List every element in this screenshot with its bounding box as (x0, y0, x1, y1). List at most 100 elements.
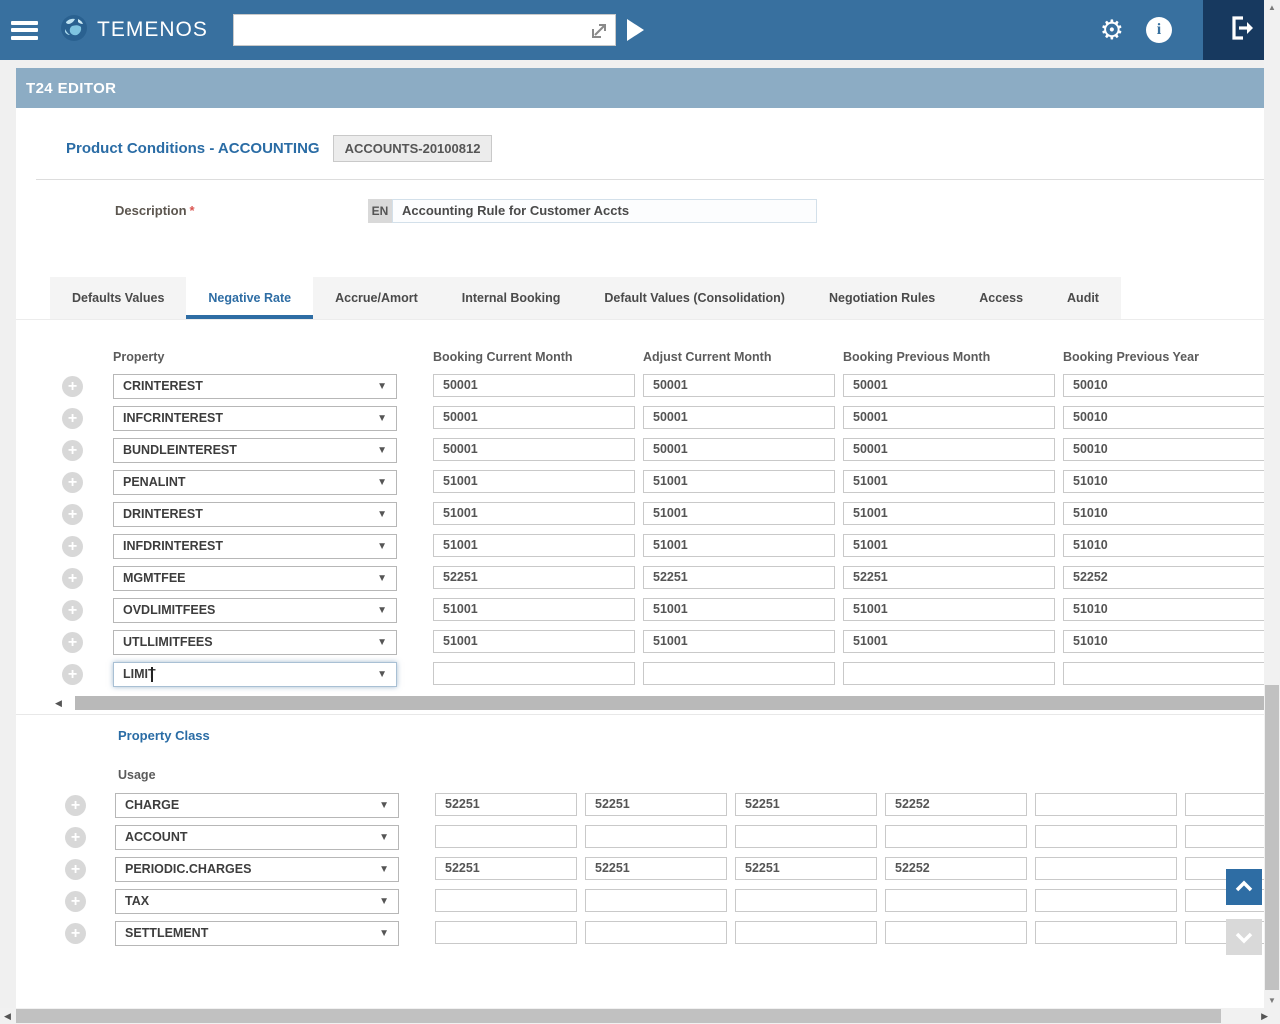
property-select[interactable]: BUNDLEINTEREST▼ (113, 438, 397, 463)
booking-previous-year-field[interactable]: 50010 (1063, 406, 1264, 429)
property-select[interactable]: CRINTEREST▼ (113, 374, 397, 399)
add-row-button[interactable]: + (62, 632, 83, 653)
tab-negotiation-rules[interactable]: Negotiation Rules (807, 277, 957, 319)
booking-current-month-field[interactable]: 52251 (433, 566, 635, 589)
add-row-button[interactable]: + (65, 891, 86, 912)
scroll-to-top-button[interactable] (1226, 869, 1262, 905)
vertical-scrollbar[interactable]: ▲ ▼ (1264, 0, 1280, 1008)
adjust-current-month-field[interactable]: 51001 (643, 470, 835, 493)
add-row-button[interactable]: + (62, 440, 83, 461)
booking-current-month-field[interactable]: 50001 (433, 438, 635, 461)
booking-current-month-field[interactable]: 51001 (433, 470, 635, 493)
property-select[interactable]: PENALINT▼ (113, 470, 397, 495)
adjust-current-month-field[interactable]: 50001 (643, 374, 835, 397)
value-field[interactable]: 52251 (735, 857, 877, 880)
booking-current-month-field[interactable]: 51001 (433, 630, 635, 653)
adjust-current-month-field[interactable]: 52251 (643, 566, 835, 589)
horizontal-scrollbar[interactable]: ◀ ▶ (0, 1008, 1280, 1024)
value-field[interactable] (435, 921, 577, 944)
booking-previous-month-field[interactable] (843, 662, 1055, 685)
scroll-up-icon[interactable]: ▲ (1264, 3, 1280, 12)
value-field[interactable] (735, 889, 877, 912)
tab-negative-rate[interactable]: Negative Rate (186, 277, 313, 319)
value-field[interactable]: 52251 (585, 793, 727, 816)
booking-current-month-field[interactable] (433, 662, 635, 685)
info-icon[interactable]: i (1146, 17, 1172, 43)
adjust-current-month-field[interactable]: 51001 (643, 630, 835, 653)
property-select[interactable]: UTLLIMITFEES▼ (113, 630, 397, 655)
value-field[interactable] (1035, 921, 1177, 944)
booking-previous-year-field[interactable] (1063, 662, 1264, 685)
booking-previous-month-field[interactable]: 50001 (843, 374, 1055, 397)
scrollbar-thumb[interactable] (16, 1009, 1221, 1023)
property-select[interactable]: INFDRINTEREST▼ (113, 534, 397, 559)
booking-previous-month-field[interactable]: 52251 (843, 566, 1055, 589)
booking-previous-month-field[interactable]: 51001 (843, 502, 1055, 525)
tab-access[interactable]: Access (957, 277, 1045, 319)
scroll-right-icon[interactable]: ▶ (1261, 1011, 1268, 1022)
booking-previous-month-field[interactable]: 50001 (843, 438, 1055, 461)
value-field[interactable] (435, 889, 577, 912)
description-field[interactable]: Accounting Rule for Customer Accts (392, 199, 817, 223)
value-field[interactable] (1035, 825, 1177, 848)
scrollbar-thumb[interactable] (75, 696, 1264, 710)
booking-previous-year-field[interactable]: 51010 (1063, 470, 1264, 493)
scroll-to-bottom-button[interactable] (1226, 919, 1262, 955)
tab-accrue-amort[interactable]: Accrue/Amort (313, 277, 440, 319)
value-field[interactable] (1035, 857, 1177, 880)
add-row-button[interactable]: + (62, 568, 83, 589)
usage-select[interactable]: TAX▼ (115, 889, 399, 914)
booking-previous-year-field[interactable]: 51010 (1063, 630, 1264, 653)
value-field[interactable] (585, 889, 727, 912)
booking-previous-year-field[interactable]: 50010 (1063, 438, 1264, 461)
add-row-button[interactable]: + (65, 923, 86, 944)
settings-gear-icon[interactable]: ⚙ (1100, 17, 1124, 44)
property-select[interactable]: OVDLIMITFEES▼ (113, 598, 397, 623)
value-field[interactable] (1035, 793, 1177, 816)
adjust-current-month-field[interactable]: 51001 (643, 502, 835, 525)
booking-previous-month-field[interactable]: 50001 (843, 406, 1055, 429)
command-input[interactable] (233, 14, 616, 46)
value-field[interactable] (585, 921, 727, 944)
booking-previous-year-field[interactable]: 51010 (1063, 502, 1264, 525)
adjust-current-month-field[interactable]: 51001 (643, 598, 835, 621)
adjust-current-month-field[interactable]: 51001 (643, 534, 835, 557)
value-field[interactable]: 52251 (585, 857, 727, 880)
value-field[interactable]: 52251 (435, 793, 577, 816)
value-field[interactable] (1185, 793, 1264, 816)
booking-previous-year-field[interactable]: 52252 (1063, 566, 1264, 589)
tab-audit[interactable]: Audit (1045, 277, 1121, 319)
value-field[interactable]: 52251 (735, 793, 877, 816)
booking-previous-month-field[interactable]: 51001 (843, 534, 1055, 557)
property-select[interactable]: LIMIT▼ (113, 662, 397, 687)
booking-current-month-field[interactable]: 51001 (433, 502, 635, 525)
value-field[interactable]: 52252 (885, 793, 1027, 816)
value-field[interactable] (885, 825, 1027, 848)
booking-current-month-field[interactable]: 50001 (433, 374, 635, 397)
property-class-link[interactable]: Property Class (118, 728, 210, 743)
property-select[interactable]: DRINTEREST▼ (113, 502, 397, 527)
add-row-button[interactable]: + (62, 664, 83, 685)
value-field[interactable] (885, 889, 1027, 912)
booking-current-month-field[interactable]: 51001 (433, 534, 635, 557)
add-row-button[interactable]: + (62, 600, 83, 621)
add-row-button[interactable]: + (62, 472, 83, 493)
scrollbar-thumb[interactable] (1265, 685, 1279, 990)
booking-previous-month-field[interactable]: 51001 (843, 630, 1055, 653)
booking-previous-year-field[interactable]: 51010 (1063, 598, 1264, 621)
value-field[interactable] (1185, 825, 1264, 848)
menu-icon[interactable] (11, 21, 38, 40)
goto-arrow-icon[interactable] (591, 21, 609, 39)
booking-previous-year-field[interactable]: 50010 (1063, 374, 1264, 397)
usage-select[interactable]: CHARGE▼ (115, 793, 399, 818)
booking-current-month-field[interactable]: 51001 (433, 598, 635, 621)
add-row-button[interactable]: + (65, 795, 86, 816)
add-row-button[interactable]: + (62, 408, 83, 429)
adjust-current-month-field[interactable] (643, 662, 835, 685)
add-row-button[interactable]: + (65, 859, 86, 880)
tab-internal-booking[interactable]: Internal Booking (440, 277, 583, 319)
scroll-left-icon[interactable]: ◀ (55, 698, 62, 709)
add-row-button[interactable]: + (65, 827, 86, 848)
property-select[interactable]: MGMTFEE▼ (113, 566, 397, 591)
scroll-left-icon[interactable]: ◀ (4, 1011, 11, 1022)
